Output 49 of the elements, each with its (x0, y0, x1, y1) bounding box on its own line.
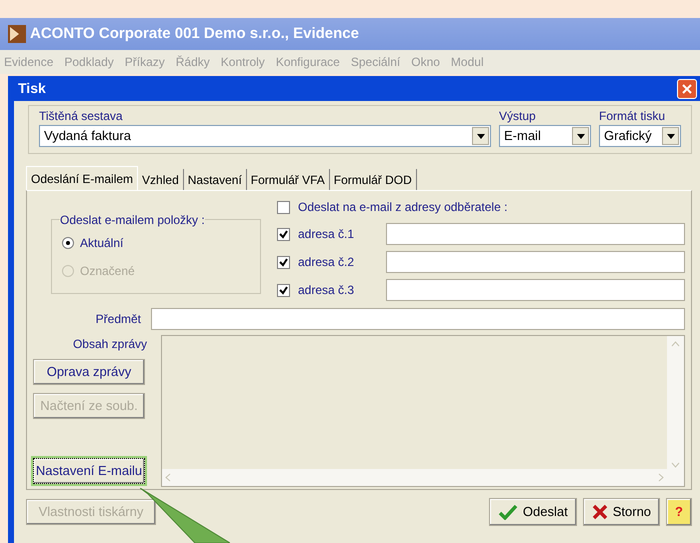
dropdown[interactable]: E-mail (499, 125, 591, 147)
checkbox-label: adresa č.2 (298, 254, 356, 271)
email-field[interactable] (386, 279, 685, 301)
cross-icon (592, 504, 608, 520)
focused-button[interactable]: Nastavení E-mailu (33, 458, 145, 484)
tab[interactable]: Nastavení (184, 169, 247, 190)
scroll-right-icon (656, 473, 665, 482)
radio-label: Označené (80, 263, 135, 280)
horizontal-scrollbar[interactable] (162, 469, 667, 486)
subject-field[interactable] (151, 308, 685, 330)
app-logo-icon (8, 25, 26, 43)
tab[interactable]: Vzhled (138, 169, 184, 190)
push-button[interactable]: Oprava zprávy (33, 359, 145, 385)
vertical-scrollbar[interactable] (667, 336, 684, 486)
caret-icon (572, 127, 589, 145)
field-label: Obsah zprávy (72, 336, 148, 353)
checkbox-label: adresa č.3 (298, 282, 356, 299)
caret-icon (662, 127, 679, 145)
checkmark-icon (498, 504, 518, 520)
email-field[interactable] (386, 251, 685, 273)
field-label: Předmět (94, 311, 142, 328)
dropdown[interactable]: Grafický (599, 125, 681, 147)
tab[interactable]: Formulář DOD (330, 169, 417, 190)
tab[interactable]: Formulář VFA (246, 169, 330, 190)
app-title: ACONTO Corporate 001 Demo s.r.o., Evidence (30, 24, 359, 44)
checkbox[interactable] (277, 256, 290, 268)
scroll-down-icon (671, 460, 680, 469)
help-button[interactable]: ? (666, 498, 692, 526)
checkbox-label: adresa č.1 (298, 226, 356, 243)
dialog-title: Tisk (18, 79, 46, 98)
action-button[interactable]: Storno (582, 498, 660, 526)
email-field[interactable] (386, 223, 685, 245)
field-label: Výstup (499, 108, 537, 125)
action-button[interactable]: Odeslat (488, 498, 577, 526)
field-label: Formát tisku (599, 108, 666, 125)
close-button[interactable] (677, 78, 697, 98)
radio-button[interactable] (62, 237, 74, 249)
checkbox-label: Odeslat na e-mail z adresy odběratele : (298, 199, 508, 216)
scroll-left-icon (164, 473, 173, 482)
field-label: Tištěná sestava (39, 108, 124, 125)
tab[interactable]: Odeslání E-mailem (26, 166, 138, 190)
radio-label: Aktuální (80, 235, 124, 252)
dropdown[interactable]: Vydaná faktura (39, 125, 491, 147)
caret-icon (472, 127, 489, 145)
checkbox[interactable] (277, 284, 290, 296)
checkbox[interactable] (277, 228, 290, 240)
checkbox[interactable] (277, 200, 290, 214)
close-icon (682, 84, 692, 94)
scroll-up-icon (671, 340, 680, 349)
